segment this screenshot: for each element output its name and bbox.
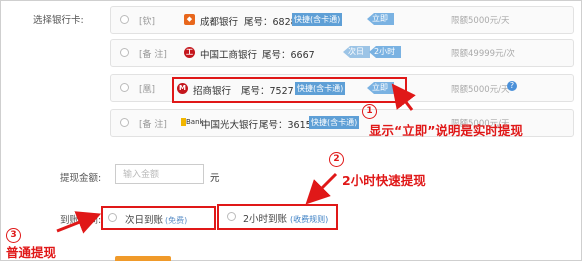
annotation-number-2: 2 <box>329 152 344 167</box>
annotation-text-1: 显示“立即”说明是实时提现 <box>369 123 523 138</box>
annotation-number-1: 1 <box>362 104 377 119</box>
annotation-text-3: 普通提现 <box>6 245 57 260</box>
arrow-to-instant <box>391 83 416 111</box>
annotation-number-3: 3 <box>6 228 21 243</box>
submit-button[interactable] <box>115 256 171 261</box>
arrow-to-next-day <box>56 211 102 234</box>
annotation-text-2: 2小时快速提现 <box>342 173 426 188</box>
arrow-to-two-hour <box>305 172 338 205</box>
